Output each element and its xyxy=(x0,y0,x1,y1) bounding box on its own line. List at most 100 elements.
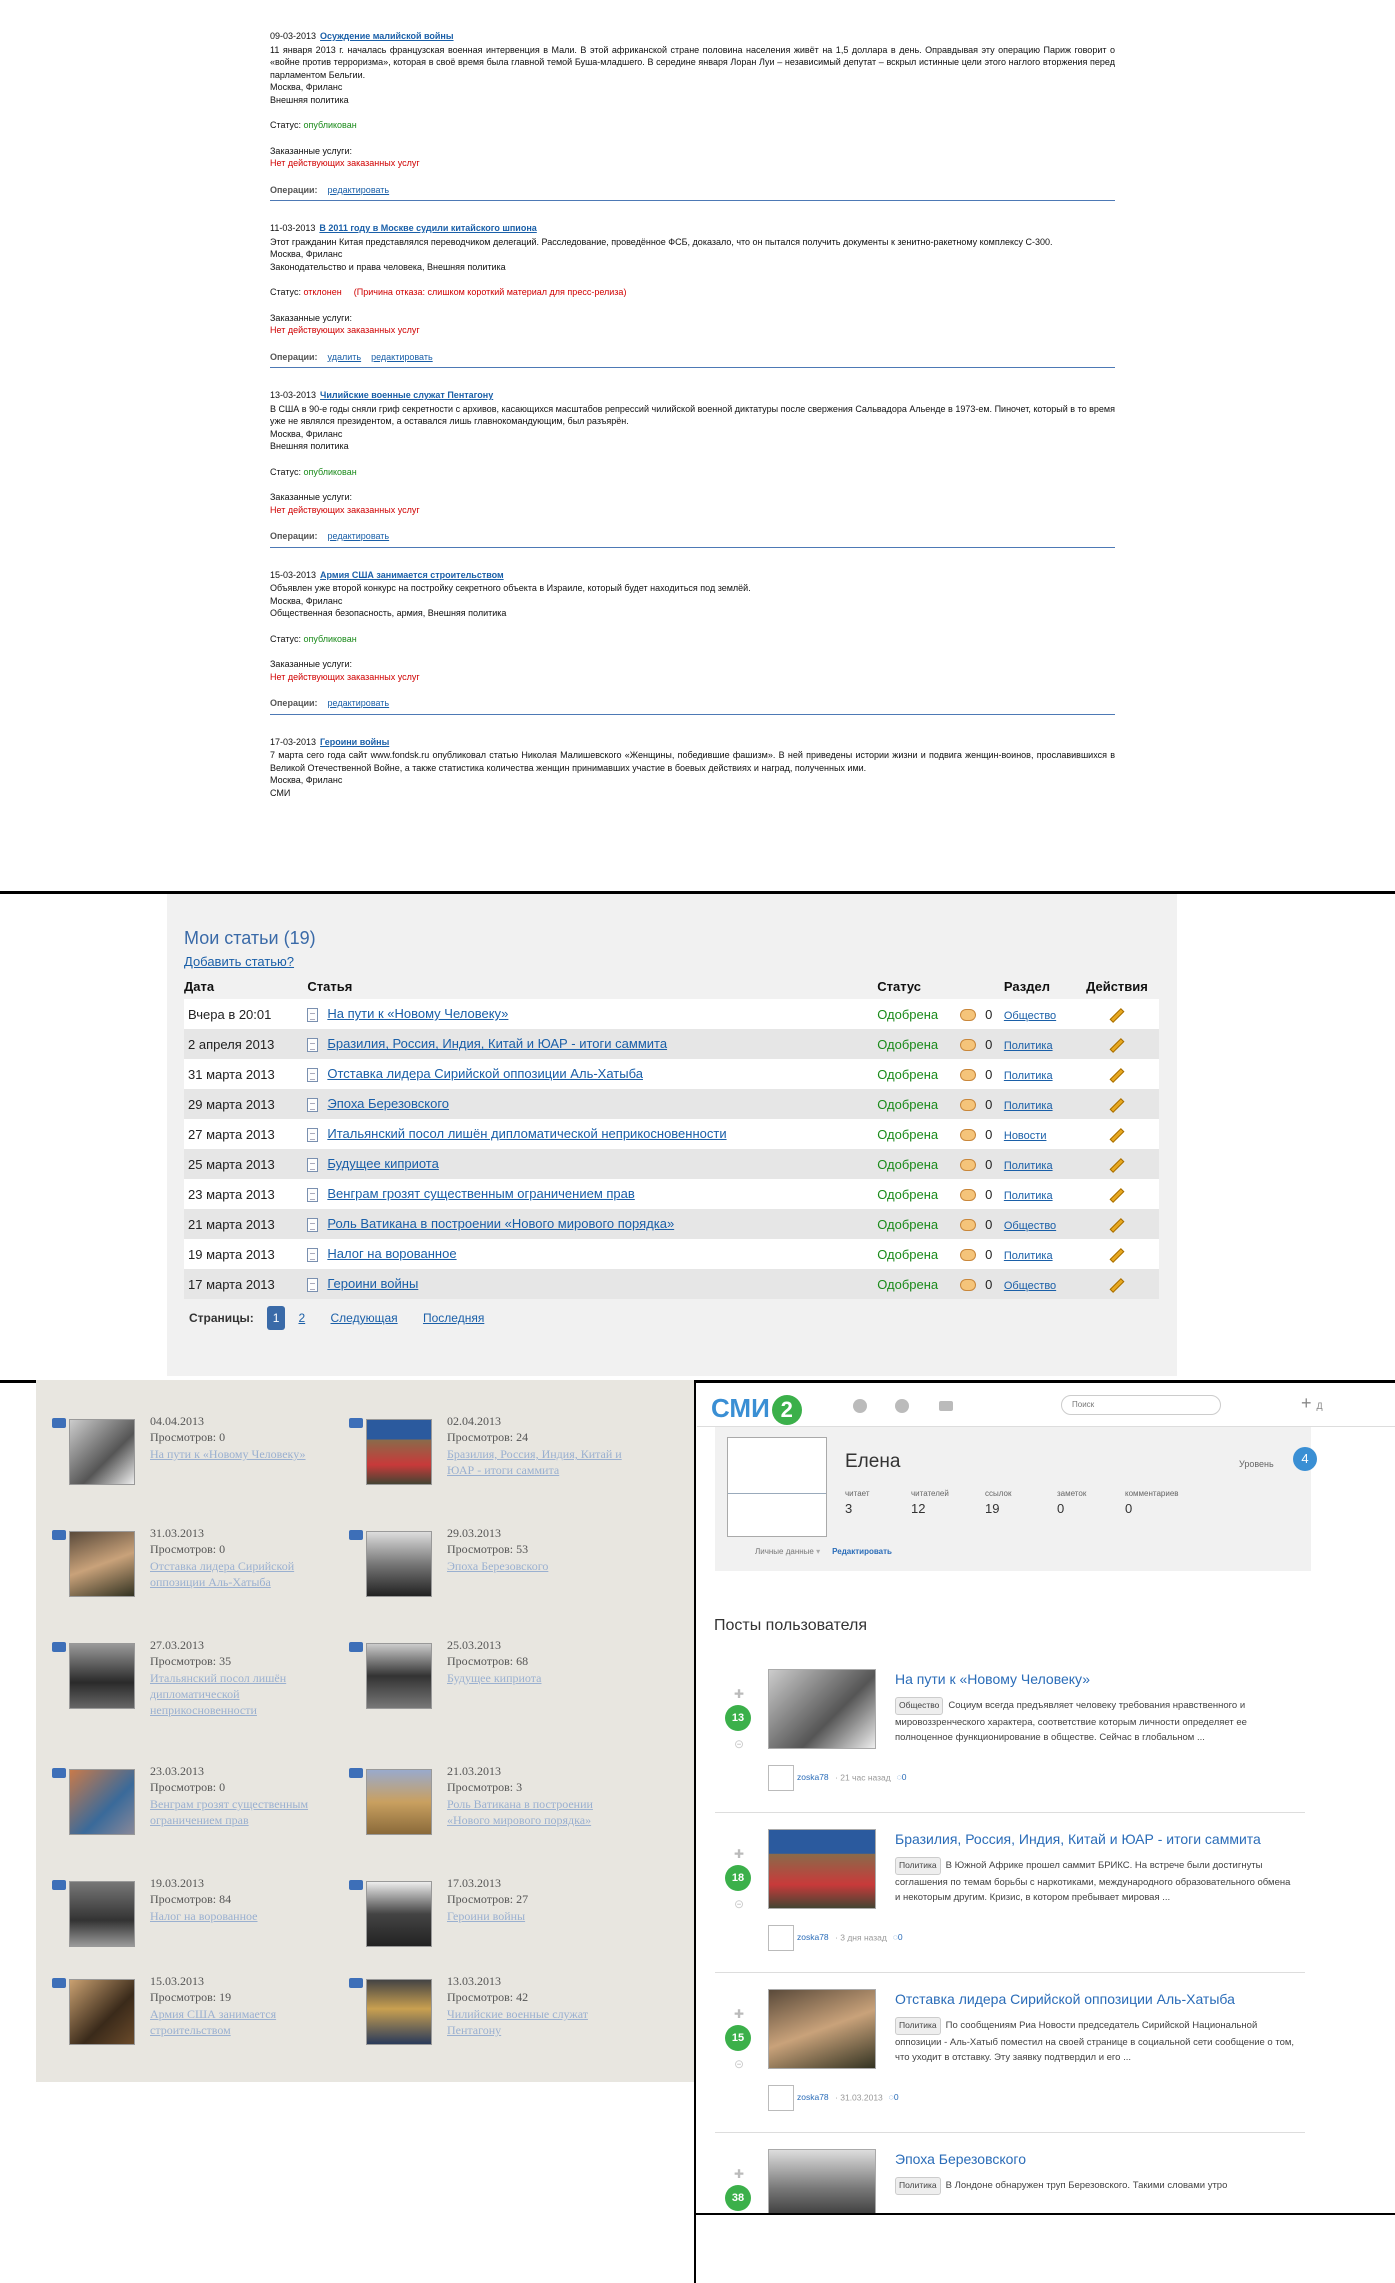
post-title-link[interactable]: Эпоха Березовского xyxy=(895,2151,1026,2167)
pencil-icon[interactable] xyxy=(1109,1067,1125,1083)
post-user-link[interactable]: zoska78 xyxy=(797,2092,829,2102)
article-link[interactable]: Будущее киприота xyxy=(327,1156,438,1171)
pager-current[interactable]: 1 xyxy=(267,1306,286,1330)
thumbnail-image[interactable] xyxy=(69,1643,135,1709)
article-link[interactable]: Венграм грозят существенным ограничением… xyxy=(327,1186,634,1201)
post-image[interactable] xyxy=(768,1829,876,1909)
post-user-link[interactable]: zoska78 xyxy=(797,1932,829,1942)
pager-last[interactable]: Последняя xyxy=(423,1311,484,1325)
downvote-icon[interactable]: ⊝ xyxy=(734,2057,744,2071)
pencil-icon[interactable] xyxy=(1109,1097,1125,1113)
search-input[interactable]: Поиск xyxy=(1061,1395,1221,1415)
pencil-icon[interactable] xyxy=(1109,1217,1125,1233)
post-tag[interactable]: Общество xyxy=(895,1697,944,1715)
pencil-icon[interactable] xyxy=(1109,1127,1125,1143)
upvote-icon[interactable]: ✚ xyxy=(734,2167,744,2181)
pager-next[interactable]: Следующая xyxy=(331,1311,398,1325)
tile-title-link[interactable]: Чилийские военные служат Пентагону xyxy=(447,2006,637,2038)
comments-link[interactable]: ◌0 xyxy=(897,1772,907,1782)
article-title-link[interactable]: В 2011 году в Москве судили китайского ш… xyxy=(319,223,536,233)
thumbnail-image[interactable] xyxy=(366,1979,432,2045)
thumbnail-image[interactable] xyxy=(366,1531,432,1597)
globe-icon[interactable] xyxy=(895,1399,909,1413)
add-button[interactable]: + Д xyxy=(1301,1393,1323,1414)
article-title-link[interactable]: Армия США занимается строительством xyxy=(320,570,504,580)
tile-title-link[interactable]: Венграм грозят существенным ограничением… xyxy=(150,1796,340,1828)
article-link[interactable]: Налог на ворованное xyxy=(327,1246,456,1261)
post-title-link[interactable]: На пути к «Новому Человеку» xyxy=(895,1671,1090,1687)
article-link[interactable]: На пути к «Новому Человеку» xyxy=(327,1006,508,1021)
pencil-icon[interactable] xyxy=(1109,1037,1125,1053)
upvote-icon[interactable]: ✚ xyxy=(734,2007,744,2021)
tile-title-link[interactable]: Бразилия, Россия, Индия, Китай и ЮАР - и… xyxy=(447,1446,637,1478)
section-link[interactable]: Новости xyxy=(1004,1130,1047,1142)
pager-page-2[interactable]: 2 xyxy=(298,1311,305,1325)
chevron-down-icon[interactable]: ▾ xyxy=(816,1547,820,1556)
article-link[interactable]: Бразилия, Россия, Индия, Китай и ЮАР - и… xyxy=(327,1036,667,1051)
tile-title-link[interactable]: Итальянский посол лишён дипломатической … xyxy=(150,1670,340,1718)
section-link[interactable]: Политика xyxy=(1004,1070,1053,1082)
comments-link[interactable]: ◌0 xyxy=(889,2092,899,2102)
article-link[interactable]: Героини войны xyxy=(327,1276,418,1291)
article-title-link[interactable]: Осуждение малийской войны xyxy=(320,31,454,41)
post-tag[interactable]: Политика xyxy=(895,2177,941,2195)
operation-link-edit[interactable]: редактировать xyxy=(328,531,390,541)
operation-link-delete[interactable]: удалить xyxy=(328,352,362,362)
post-image[interactable] xyxy=(768,1989,876,2069)
section-link[interactable]: Политика xyxy=(1004,1190,1053,1202)
article-title-link[interactable]: Чилийские военные служат Пентагону xyxy=(320,390,493,400)
user-icon[interactable] xyxy=(853,1399,867,1413)
section-link[interactable]: Общество xyxy=(1004,1280,1056,1292)
thumbnail-image[interactable] xyxy=(69,1419,135,1485)
thumbnail-image[interactable] xyxy=(69,1769,135,1835)
operation-link-edit[interactable]: редактировать xyxy=(328,185,390,195)
thumbnail-image[interactable] xyxy=(366,1419,432,1485)
post-title-link[interactable]: Отставка лидера Сирийской оппозиции Аль-… xyxy=(895,1991,1235,2007)
tile-title-link[interactable]: Армия США занимается строительством xyxy=(150,2006,340,2038)
article-link[interactable]: Роль Ватикана в построении «Нового миров… xyxy=(327,1216,674,1231)
add-article-link[interactable]: Добавить статью? xyxy=(184,954,294,969)
tile-title-link[interactable]: Будущее киприота xyxy=(447,1670,637,1686)
tile-title-link[interactable]: Налог на ворованное xyxy=(150,1908,340,1924)
pencil-icon[interactable] xyxy=(1109,1277,1125,1293)
article-link[interactable]: Отставка лидера Сирийской оппозиции Аль-… xyxy=(327,1066,643,1081)
post-tag[interactable]: Политика xyxy=(895,1857,941,1875)
tile-title-link[interactable]: Эпоха Березовского xyxy=(447,1558,637,1574)
section-link[interactable]: Общество xyxy=(1004,1220,1056,1232)
personal-data-toggle[interactable]: Личные данные xyxy=(755,1547,814,1556)
tile-title-link[interactable]: На пути к «Новому Человеку» xyxy=(150,1446,340,1462)
downvote-icon[interactable]: ⊝ xyxy=(734,1897,744,1911)
section-link[interactable]: Общество xyxy=(1004,1010,1056,1022)
user-avatar[interactable] xyxy=(768,1765,794,1791)
operation-link-edit[interactable]: редактировать xyxy=(371,352,433,362)
section-link[interactable]: Политика xyxy=(1004,1100,1053,1112)
tile-title-link[interactable]: Роль Ватикана в построении «Нового миров… xyxy=(447,1796,637,1828)
user-avatar[interactable] xyxy=(768,2085,794,2111)
edit-profile-link[interactable]: Редактировать xyxy=(832,1547,892,1556)
post-title-link[interactable]: Бразилия, Россия, Индия, Китай и ЮАР - и… xyxy=(895,1831,1261,1847)
thumbnail-image[interactable] xyxy=(69,1979,135,2045)
thumbnail-image[interactable] xyxy=(366,1643,432,1709)
section-link[interactable]: Политика xyxy=(1004,1040,1053,1052)
section-link[interactable]: Политика xyxy=(1004,1250,1053,1262)
thumbnail-image[interactable] xyxy=(69,1531,135,1597)
post-image[interactable] xyxy=(768,1669,876,1749)
post-user-link[interactable]: zoska78 xyxy=(797,1772,829,1782)
comments-link[interactable]: ◌0 xyxy=(893,1932,903,1942)
thumbnail-image[interactable] xyxy=(366,1881,432,1947)
article-link[interactable]: Эпоха Березовского xyxy=(327,1096,449,1111)
tile-title-link[interactable]: Отставка лидера Сирийской оппозиции Аль-… xyxy=(150,1558,340,1590)
mail-icon[interactable] xyxy=(939,1401,953,1411)
upvote-icon[interactable]: ✚ xyxy=(734,1847,744,1861)
upvote-icon[interactable]: ✚ xyxy=(734,1687,744,1701)
thumbnail-image[interactable] xyxy=(69,1881,135,1947)
pencil-icon[interactable] xyxy=(1109,1007,1125,1023)
post-image[interactable] xyxy=(768,2149,876,2213)
article-link[interactable]: Итальянский посол лишён дипломатической … xyxy=(327,1126,726,1141)
tile-title-link[interactable]: Героини войны xyxy=(447,1908,637,1924)
smi2-logo[interactable]: СМИ 2 xyxy=(711,1393,802,1425)
operation-link-edit[interactable]: редактировать xyxy=(328,698,390,708)
downvote-icon[interactable]: ⊝ xyxy=(734,1737,744,1751)
pencil-icon[interactable] xyxy=(1109,1187,1125,1203)
thumbnail-image[interactable] xyxy=(366,1769,432,1835)
